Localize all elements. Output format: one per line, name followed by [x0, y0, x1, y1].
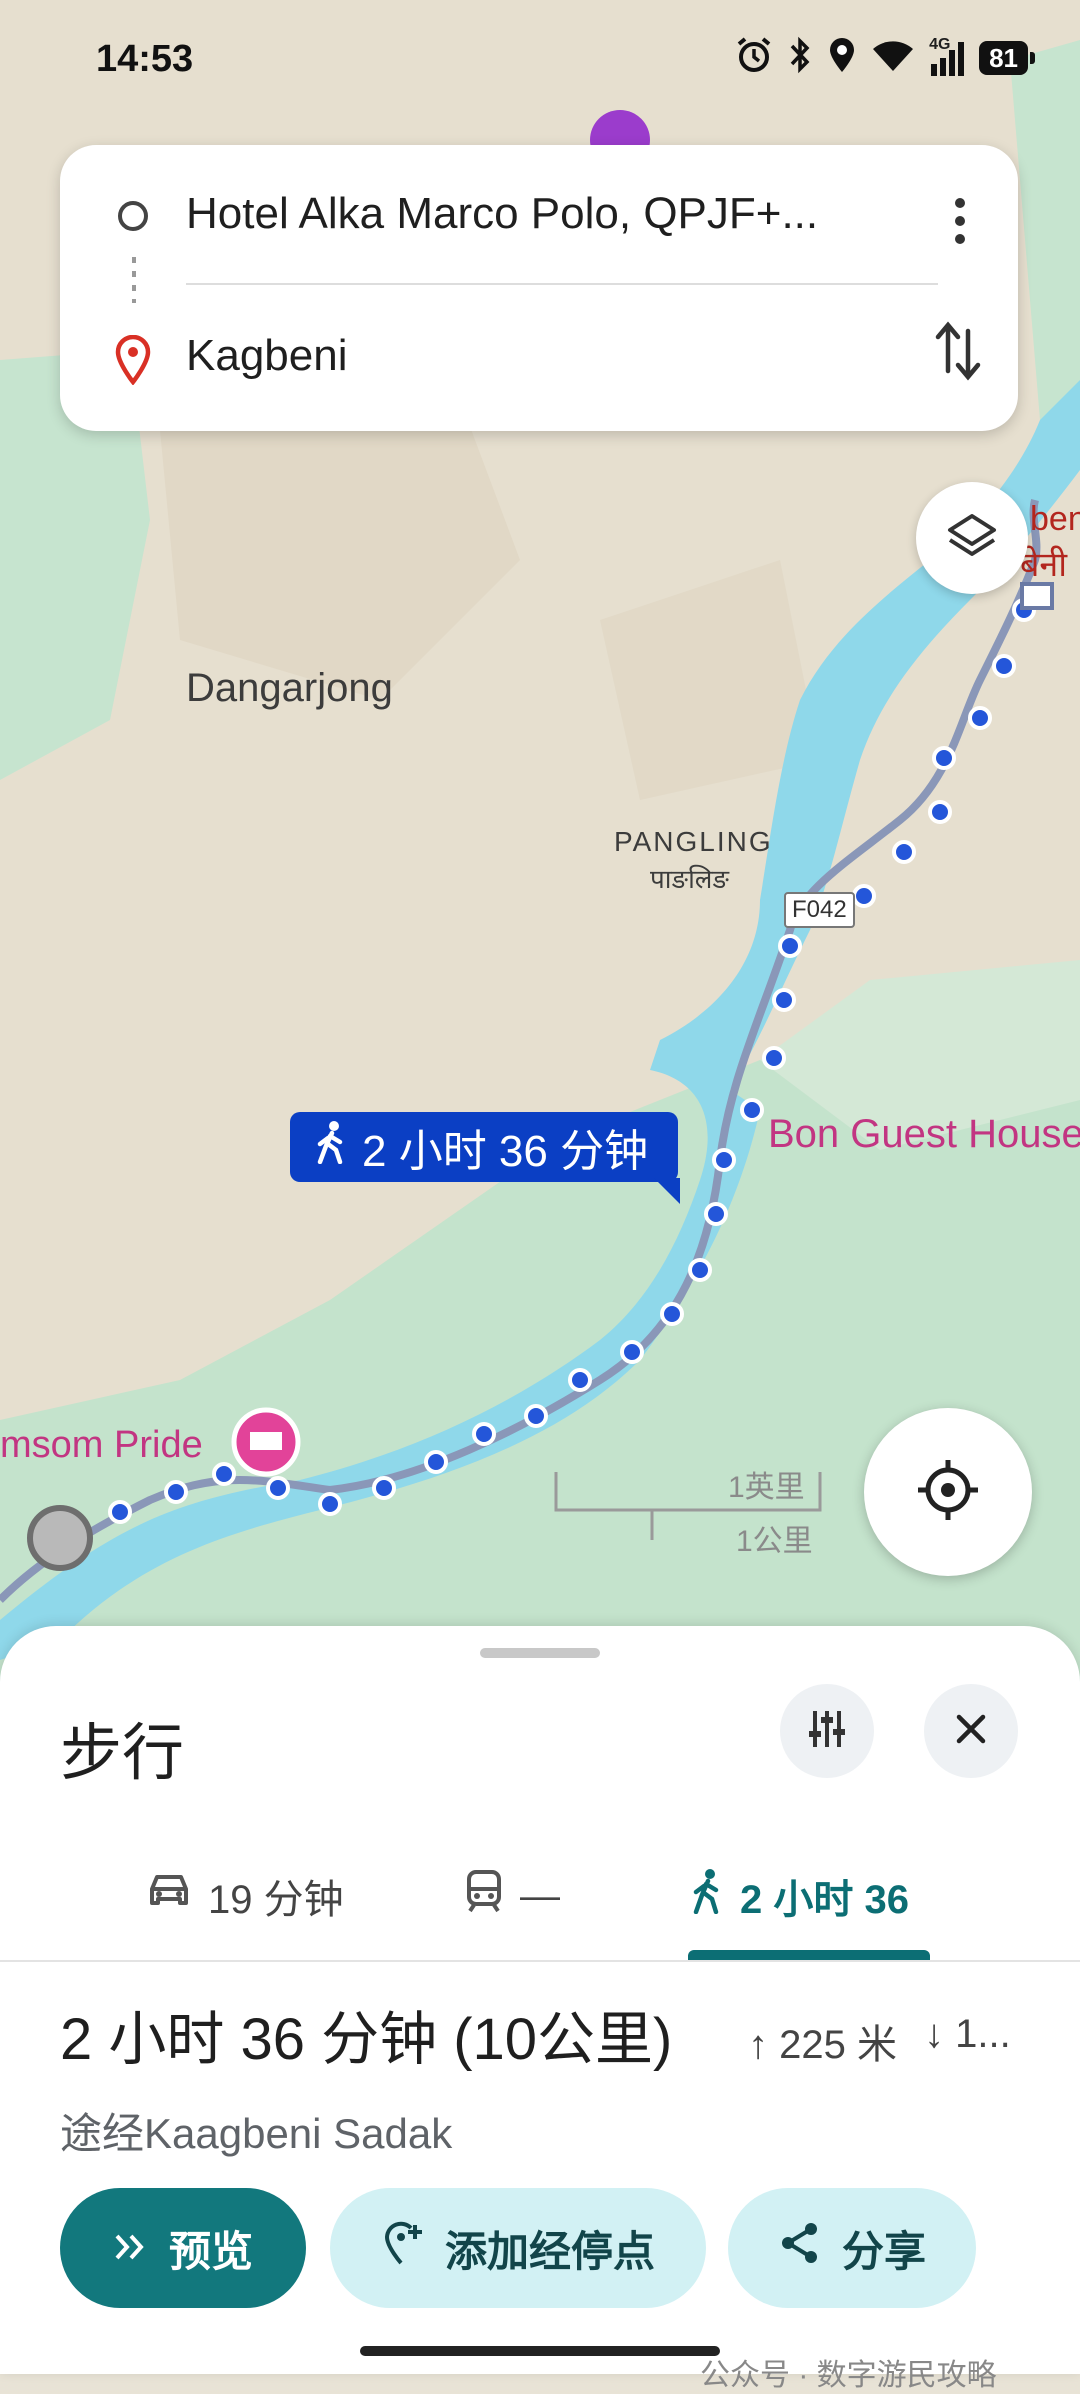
- car-icon: [146, 1871, 192, 1921]
- route-duration-text: 2 小时 36 分钟: [362, 1127, 649, 1176]
- more-options-button[interactable]: [940, 193, 980, 249]
- my-location-button[interactable]: [864, 1408, 1032, 1576]
- preview-label: 预览: [168, 2227, 253, 2275]
- descent-value: 1...: [955, 2012, 1011, 2056]
- origin-field[interactable]: Hotel Alka Marco Polo, QPJF+...: [186, 189, 926, 239]
- directions-bottom-sheet: 步行 19 分钟 — 2 小时 36 2 小时 36 分钟 (10公里) ↑ 2…: [0, 1626, 1080, 2374]
- tab-transit-label: —: [520, 1873, 560, 1918]
- tab-walk-label: 2 小时 36: [740, 1878, 909, 1922]
- sheet-drag-handle[interactable]: [480, 1648, 600, 1658]
- share-label: 分享: [841, 2227, 926, 2275]
- tab-drive-label: 19 分钟: [208, 1878, 344, 1922]
- bluetooth-icon: [787, 36, 813, 79]
- origin-marker: [27, 1505, 93, 1571]
- arrow-up-icon: ↑: [748, 2023, 768, 2067]
- more-vert-icon: [940, 198, 980, 253]
- swap-vert-icon: [932, 321, 984, 387]
- tab-transit[interactable]: —: [464, 1836, 560, 1956]
- add-location-icon: [381, 2219, 425, 2277]
- watermark-text: 公众号 · 数字游民攻略: [700, 2359, 997, 2392]
- road-badge-f042: F042: [784, 892, 855, 928]
- selected-tab-indicator: [688, 1950, 930, 1960]
- route-summary: 2 小时 36 分钟 (10公里): [60, 2007, 673, 2072]
- location-icon: [827, 36, 857, 79]
- network-type: 4G: [929, 35, 951, 53]
- walk-icon: [314, 1120, 348, 1175]
- place-label-pangling[interactable]: PANGLING: [614, 826, 773, 858]
- directions-card: Hotel Alka Marco Polo, QPJF+... Kagbeni: [60, 145, 1018, 431]
- arrow-down-icon: ↓: [924, 2012, 944, 2056]
- status-bar: 14:53 4G 81: [0, 0, 1080, 120]
- share-icon: [778, 2221, 822, 2275]
- elevation-gain: ↑ 225 米: [748, 2012, 897, 2070]
- wifi-icon: [871, 37, 915, 78]
- preview-button[interactable]: 预览: [60, 2188, 306, 2308]
- home-gesture-bar[interactable]: [360, 2346, 720, 2356]
- battery-indicator: 81: [979, 40, 1035, 75]
- scale-label-miles: 1英里: [728, 1471, 805, 1504]
- tab-walk[interactable]: 2 小时 36: [690, 1836, 909, 1956]
- double-chevron-icon: [113, 2224, 149, 2272]
- layers-button[interactable]: [916, 482, 1028, 594]
- destination-field[interactable]: Kagbeni: [186, 331, 926, 381]
- field-divider: [186, 283, 938, 285]
- route-via: 途经Kaagbeni Sadak: [60, 2110, 453, 2157]
- share-button[interactable]: 分享: [728, 2188, 976, 2308]
- destination-pin-icon: [114, 334, 152, 390]
- travel-mode-title: 步行: [60, 1719, 185, 1788]
- add-stop-button[interactable]: 添加经停点: [330, 2188, 706, 2308]
- route-connector-dots: [132, 257, 136, 303]
- poi-label-jomsom-pride[interactable]: msom Pride: [0, 1424, 203, 1467]
- walk-icon: [690, 1868, 724, 1924]
- tab-divider: [0, 1960, 1080, 1962]
- train-icon: [464, 1869, 504, 1923]
- scale-label-km: 1公里: [736, 1525, 813, 1558]
- crosshair-icon: [913, 1455, 983, 1530]
- signal-icon: 4G: [929, 36, 965, 76]
- tune-icon: [805, 1707, 849, 1756]
- ascent-value: 225 米: [779, 2023, 897, 2067]
- poi-label-bon-guest-house[interactable]: Bon Guest House: [768, 1112, 1080, 1157]
- close-button[interactable]: [924, 1684, 1018, 1778]
- swap-directions-button[interactable]: [932, 319, 984, 383]
- alarm-icon: [735, 36, 773, 79]
- close-icon: [953, 1711, 989, 1752]
- status-time: 14:53: [96, 38, 194, 80]
- route-options-button[interactable]: [780, 1684, 874, 1778]
- add-stop-label: 添加经停点: [444, 2227, 655, 2275]
- origin-circle-icon: [118, 201, 148, 231]
- route-duration-label[interactable]: 2 小时 36 分钟: [290, 1112, 681, 1204]
- tab-drive[interactable]: 19 分钟: [146, 1836, 344, 1956]
- layers-icon: [944, 508, 1000, 569]
- place-label-kagbeni[interactable]: beni: [1030, 500, 1080, 539]
- elevation-loss: ↓ 1...: [924, 2012, 1011, 2057]
- place-label-dangarjong[interactable]: Dangarjong: [186, 666, 393, 711]
- place-label-pangling-local: पाङलिङ: [650, 864, 729, 894]
